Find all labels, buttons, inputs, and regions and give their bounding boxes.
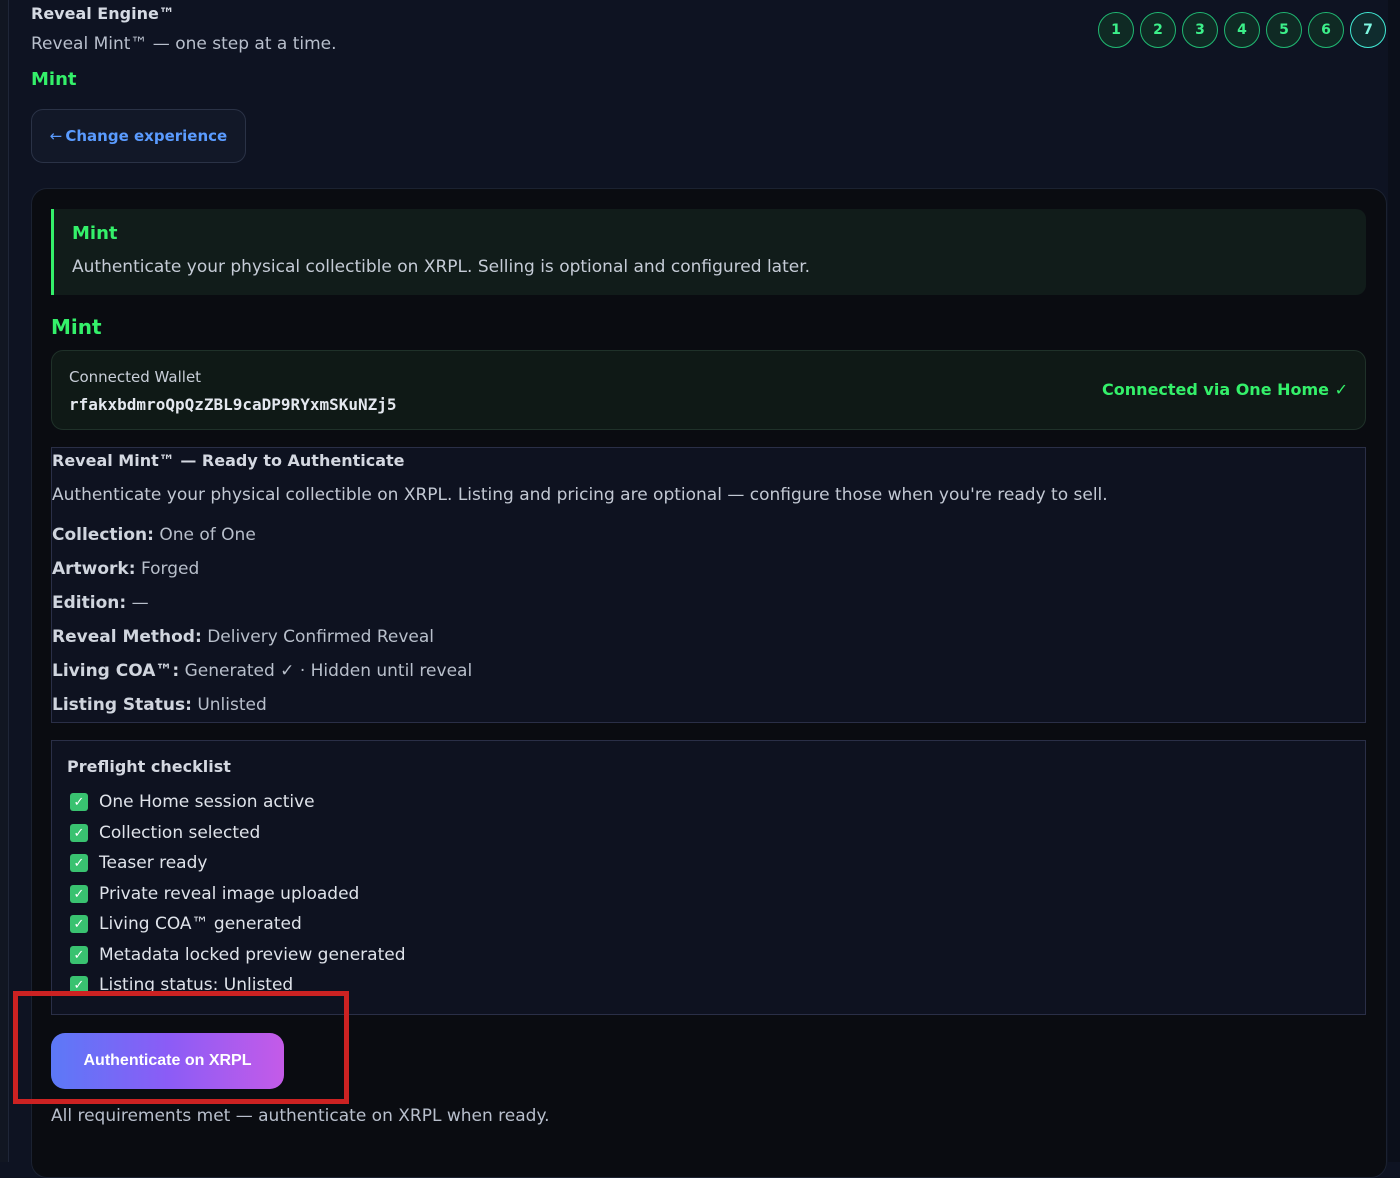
arrow-left-icon: ←: [49, 127, 63, 145]
field-value: Forged: [140, 559, 200, 579]
change-experience-button[interactable]: ← Change experience: [31, 109, 246, 163]
checklist-item-label: Collection selected: [99, 823, 261, 843]
field-collection: Collection: One of One: [52, 525, 256, 545]
summary-text: Authenticate your physical collectible o…: [52, 485, 1108, 505]
field-value: Generated ✓ · Hidden until reveal: [184, 661, 473, 681]
checklist-item-label: Listing status: Unlisted: [99, 975, 294, 995]
field-value: —: [131, 593, 149, 613]
checklist-item: ✓ Private reveal image uploaded: [70, 884, 359, 904]
step-1[interactable]: 1: [1098, 12, 1134, 48]
wallet-card: Connected Wallet rfakxbdmroQpQzZBL9caDP9…: [51, 350, 1366, 430]
summary-panel: Reveal Mint™ — Ready to Authenticate Aut…: [51, 447, 1366, 723]
checklist-item: ✓ Teaser ready: [70, 853, 207, 873]
checkbox-checked-icon: ✓: [70, 854, 88, 872]
field-key: Reveal Method:: [52, 627, 202, 647]
checklist-item-label: Private reveal image uploaded: [99, 884, 360, 904]
field-reveal-method: Reveal Method: Delivery Confirmed Reveal: [52, 627, 434, 647]
step-7[interactable]: 7: [1350, 12, 1386, 48]
step-3[interactable]: 3: [1182, 12, 1218, 48]
authenticate-on-xrpl-button[interactable]: Authenticate on XRPL: [51, 1033, 284, 1089]
left-edge-strip: [0, 0, 9, 1162]
section-title: Mint: [51, 315, 102, 339]
field-listing-status: Listing Status: Unlisted: [52, 695, 267, 715]
checkbox-checked-icon: ✓: [70, 885, 88, 903]
checkbox-checked-icon: ✓: [70, 915, 88, 933]
wallet-label: Connected Wallet: [69, 368, 202, 386]
field-value: One of One: [159, 525, 256, 545]
field-key: Edition:: [52, 593, 127, 613]
banner-title: Mint: [72, 223, 118, 244]
checkbox-checked-icon: ✓: [70, 976, 88, 994]
step-4[interactable]: 4: [1224, 12, 1260, 48]
field-key: Living COA™:: [52, 661, 180, 681]
checklist-title: Preflight checklist: [67, 757, 231, 776]
checkbox-checked-icon: ✓: [70, 946, 88, 964]
info-banner: Mint Authenticate your physical collecti…: [51, 209, 1366, 295]
step-6[interactable]: 6: [1308, 12, 1344, 48]
checkbox-checked-icon: ✓: [70, 824, 88, 842]
app-title: Reveal Engine™: [31, 4, 175, 23]
wallet-address: rfakxbdmroQpQzZBL9caDP9RYxmSKuNZj5: [69, 395, 397, 414]
banner-text: Authenticate your physical collectible o…: [72, 257, 811, 277]
checklist-item-label: Living COA™ generated: [99, 914, 302, 934]
checklist-item: ✓ Collection selected: [70, 823, 260, 843]
preflight-checklist: Preflight checklist ✓ One Home session ac…: [51, 740, 1366, 1015]
checklist-item-label: Metadata locked preview generated: [99, 945, 406, 965]
step-indicator: 1 2 3 4 5 6 7: [1098, 12, 1386, 48]
step-2[interactable]: 2: [1140, 12, 1176, 48]
checklist-item: ✓ Listing status: Unlisted: [70, 975, 293, 995]
checklist-item-label: One Home session active: [99, 792, 315, 812]
field-key: Artwork:: [52, 559, 136, 579]
footer-status: All requirements met — authenticate on X…: [51, 1106, 550, 1126]
wallet-status: Connected via One Home ✓: [1102, 380, 1348, 399]
field-living-coa: Living COA™: Generated ✓ · Hidden until …: [52, 661, 472, 681]
app-subtitle: Reveal Mint™ — one step at a time.: [31, 34, 337, 54]
field-value: Delivery Confirmed Reveal: [207, 627, 434, 647]
field-key: Collection:: [52, 525, 154, 545]
step-5[interactable]: 5: [1266, 12, 1302, 48]
field-artwork: Artwork: Forged: [52, 559, 199, 579]
field-edition: Edition: —: [52, 593, 149, 613]
experience-label: Mint: [31, 69, 77, 90]
right-edge-strip: [1388, 0, 1400, 1162]
field-value: Unlisted: [197, 695, 267, 715]
checklist-item: ✓ Metadata locked preview generated: [70, 945, 406, 965]
checklist-item: ✓ One Home session active: [70, 792, 315, 812]
checklist-item-label: Teaser ready: [99, 853, 208, 873]
checklist-item: ✓ Living COA™ generated: [70, 914, 302, 934]
summary-title: Reveal Mint™ — Ready to Authenticate: [52, 451, 405, 470]
field-key: Listing Status:: [52, 695, 192, 715]
checkbox-checked-icon: ✓: [70, 793, 88, 811]
change-experience-label: Change experience: [65, 127, 228, 145]
